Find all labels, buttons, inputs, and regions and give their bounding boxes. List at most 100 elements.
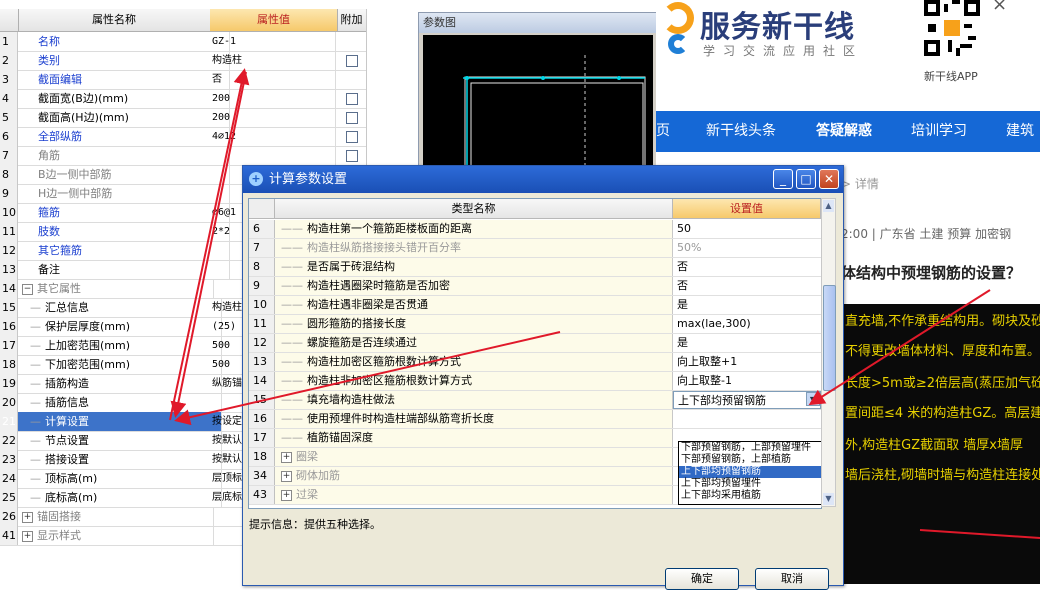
extra-checkbox[interactable] — [346, 150, 358, 162]
settings-row[interactable]: 7 —— 构造柱纵筋搭接接头错开百分率 50% — [249, 239, 821, 258]
property-name[interactable]: − 其它属性 — [18, 279, 214, 298]
expand-icon[interactable]: + — [281, 489, 292, 501]
property-row[interactable]: 6 全部纵筋 4⌀12 — [0, 127, 366, 147]
property-value[interactable]: 200 — [210, 108, 336, 127]
property-row[interactable]: 5 截面高(H边)(mm) 200 — [0, 108, 366, 128]
setting-value[interactable]: 50 — [673, 220, 821, 238]
property-name[interactable]: — 保护层厚度(mm) — [18, 317, 222, 336]
property-row[interactable]: 1 名称 GZ-1 — [0, 32, 366, 52]
setting-name[interactable]: —— 构造柱第一个箍筋距楼板面的距离 — [275, 220, 673, 238]
settings-row[interactable]: 10 —— 构造柱遇非圈梁是否贯通 是 — [249, 296, 821, 315]
value-combobox[interactable]: ▼ — [673, 391, 821, 409]
setting-name[interactable]: —— 是否属于砖混结构 — [275, 258, 673, 276]
setting-name[interactable]: —— 填充墙构造柱做法 — [275, 391, 673, 409]
dropdown-option[interactable]: 上下部均预留钢筋 — [679, 466, 821, 478]
property-name[interactable]: 截面编辑 — [18, 70, 230, 89]
nav-item-home[interactable]: 页 — [656, 111, 670, 152]
dropdown-option[interactable]: 上下部均采用植筋 — [679, 490, 821, 502]
property-name[interactable]: 其它箍筋 — [18, 241, 230, 260]
property-value[interactable]: 否 — [210, 70, 336, 89]
property-name[interactable]: — 节点设置 — [18, 431, 222, 450]
property-row[interactable]: 4 截面宽(B边)(mm) 200 — [0, 89, 366, 109]
property-value[interactable] — [210, 146, 336, 165]
setting-value[interactable]: max(lae,300) — [673, 315, 821, 333]
setting-name[interactable]: —— 构造柱遇非圈梁是否贯通 — [275, 296, 673, 314]
expand-icon[interactable]: + — [22, 511, 33, 523]
setting-name[interactable]: + 砌体加筋 — [275, 467, 673, 485]
nav-item-qa[interactable]: 答疑解惑 — [816, 111, 872, 152]
close-icon[interactable]: × — [992, 0, 1007, 15]
property-name[interactable]: 类别 — [18, 51, 230, 70]
extra-checkbox[interactable] — [346, 55, 358, 67]
property-value[interactable]: 4⌀12 — [210, 127, 336, 146]
property-name[interactable]: — 插筋构造 — [18, 374, 222, 393]
setting-value[interactable]: 否 — [673, 277, 821, 295]
settings-row[interactable]: 11 —— 圆形箍筋的搭接长度 max(lae,300) — [249, 315, 821, 334]
scroll-down-icon[interactable]: ▼ — [823, 493, 834, 505]
property-row[interactable]: 2 类别 构造柱 — [0, 51, 366, 71]
setting-name[interactable]: —— 构造柱遇圈梁时箍筋是否加密 — [275, 277, 673, 295]
nav-item-training[interactable]: 培训学习 — [911, 111, 967, 152]
property-value[interactable]: 构造柱 — [210, 51, 336, 70]
property-name[interactable]: B边一侧中部筋 — [18, 165, 230, 184]
nav-item-headlines[interactable]: 新干线头条 — [706, 111, 776, 152]
settings-row[interactable]: 12 —— 螺旋箍筋是否连续通过 是 — [249, 334, 821, 353]
settings-row[interactable]: 13 —— 构造柱加密区箍筋根数计算方式 向上取整+1 — [249, 353, 821, 372]
property-name[interactable]: H边一侧中部筋 — [18, 184, 230, 203]
setting-value[interactable]: 是 — [673, 334, 821, 352]
grid-header-value[interactable]: 设置值 — [673, 199, 821, 219]
property-name[interactable]: 肢数 — [18, 222, 230, 241]
setting-value[interactable]: 向上取整+1 — [673, 353, 821, 371]
expand-icon[interactable]: + — [281, 451, 292, 463]
setting-value[interactable]: 向上取整-1 — [673, 372, 821, 390]
property-name[interactable]: — 顶标高(m) — [18, 469, 222, 488]
setting-name[interactable]: + 过梁 — [275, 486, 673, 504]
property-name[interactable]: — 底标高(m) — [18, 488, 222, 507]
maximize-icon[interactable]: □ — [796, 169, 816, 189]
setting-name[interactable]: + 圈梁 — [275, 448, 673, 466]
property-name[interactable]: + 锚固搭接 — [18, 507, 214, 526]
brand-name[interactable]: 服务新干线 — [700, 2, 855, 46]
close-icon[interactable]: ✕ — [819, 169, 839, 189]
setting-name[interactable]: —— 使用预埋件时构造柱端部纵筋弯折长度 — [275, 410, 673, 428]
expand-icon[interactable]: + — [22, 530, 33, 542]
settings-row[interactable]: 14 —— 构造柱非加密区箍筋根数计算方式 向上取整-1 — [249, 372, 821, 391]
setting-name[interactable]: —— 构造柱非加密区箍筋根数计算方式 — [275, 372, 673, 390]
setting-name[interactable]: —— 植筋锚固深度 — [275, 429, 673, 447]
property-row[interactable]: 3 截面编辑 否 — [0, 70, 366, 90]
settings-scrollbar[interactable]: ▲ ▼ — [821, 198, 836, 507]
property-name[interactable]: — 插筋信息 — [18, 393, 222, 412]
setting-value[interactable]: 否 — [673, 258, 821, 276]
dropdown-arrow-icon[interactable]: ▼ — [806, 392, 820, 406]
property-name[interactable]: 截面高(H边)(mm) — [18, 108, 230, 127]
setting-name[interactable]: —— 构造柱加密区箍筋根数计算方式 — [275, 353, 673, 371]
settings-row[interactable]: 8 —— 是否属于砖混结构 否 — [249, 258, 821, 277]
property-name[interactable]: + 显示样式 — [18, 526, 214, 545]
property-name[interactable]: — 计算设置 — [18, 412, 222, 431]
property-name[interactable]: — 搭接设置 — [18, 450, 222, 469]
scroll-up-icon[interactable]: ▲ — [823, 200, 834, 212]
property-name[interactable]: — 上加密范围(mm) — [18, 336, 222, 355]
property-name[interactable]: — 汇总信息 — [18, 298, 222, 317]
dropdown-option[interactable]: 下部预留钢筋，上部植筋 — [679, 454, 821, 466]
settings-row[interactable]: 9 —— 构造柱遇圈梁时箍筋是否加密 否 — [249, 277, 821, 296]
dropdown-list[interactable]: 下部预留钢筋，上部预留埋件 下部预留钢筋，上部植筋 上下部均预留钢筋 上下部均预留埋件… — [678, 441, 821, 505]
header-name[interactable]: 属性名称 — [18, 9, 211, 31]
header-value[interactable]: 属性值 — [210, 9, 338, 31]
extra-checkbox[interactable] — [346, 112, 358, 124]
nav-item-building[interactable]: 建筑 — [1006, 111, 1034, 152]
dialog-titlebar[interactable]: + 计算参数设置 _ □ ✕ — [243, 166, 843, 193]
setting-name[interactable]: —— 圆形箍筋的搭接长度 — [275, 315, 673, 333]
dropdown-option[interactable]: 上下部均预留埋件 — [679, 478, 821, 490]
property-row[interactable]: 7 角筋 — [0, 146, 366, 166]
minimize-icon[interactable]: _ — [773, 169, 793, 189]
collapse-icon[interactable]: − — [22, 283, 33, 295]
property-value[interactable]: 200 — [210, 89, 336, 108]
property-name[interactable]: 备注 — [18, 260, 230, 279]
settings-row[interactable]: 6 —— 构造柱第一个箍筋距楼板面的距离 50 — [249, 220, 821, 239]
setting-value[interactable]: 是 — [673, 296, 821, 314]
dropdown-option[interactable]: 下部预留钢筋，上部预留埋件 — [679, 442, 821, 454]
ok-button[interactable]: 确定 — [665, 568, 739, 590]
expand-icon[interactable]: + — [281, 470, 292, 482]
property-value[interactable]: GZ-1 — [210, 32, 336, 51]
